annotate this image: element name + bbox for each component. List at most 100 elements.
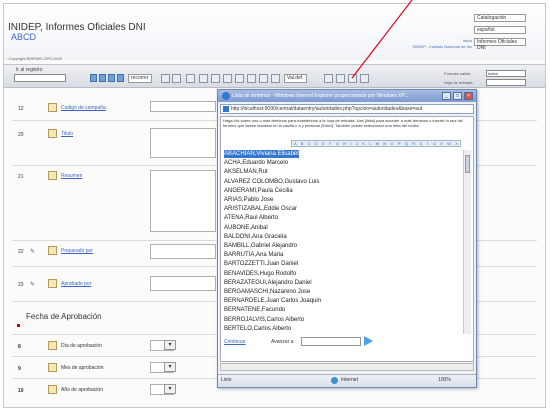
approved-by-input[interactable] xyxy=(150,276,216,291)
status-text: Listo xyxy=(221,377,232,383)
app-subtitle: ABCD xyxy=(11,32,37,42)
delete-icon[interactable] xyxy=(223,74,232,83)
field-icon[interactable] xyxy=(48,129,57,138)
maximize-icon[interactable]: □ xyxy=(453,92,462,100)
field-icon[interactable] xyxy=(48,171,57,180)
copy-icon[interactable] xyxy=(247,74,256,83)
go-arrow-icon[interactable] xyxy=(364,336,373,346)
edit-icon[interactable] xyxy=(211,74,220,83)
field-label-campaign-code[interactable]: Codigo de campaña xyxy=(61,105,106,111)
chevron-down-icon[interactable]: ▾ xyxy=(164,340,176,350)
next-record-icon[interactable] xyxy=(108,74,115,82)
continue-link[interactable]: Continuar xyxy=(224,339,246,345)
term-item[interactable]: BERROJALVIS,Carlos Alberto xyxy=(224,316,304,324)
field-tag-22: 22 xyxy=(18,249,24,255)
advance-input[interactable] xyxy=(301,337,361,346)
field-icon[interactable] xyxy=(48,103,57,112)
term-item[interactable]: BARRUTIA,Ana Maria xyxy=(224,251,283,259)
field-label-title[interactable]: Titulo xyxy=(61,131,73,137)
chevron-down-icon[interactable]: ▾ xyxy=(164,362,176,372)
field-tag-20: 20 xyxy=(18,132,24,138)
term-item[interactable]: BERNATENE,Facundo xyxy=(224,306,285,314)
term-item[interactable]: AKSELMAN,Rut xyxy=(224,168,268,176)
prepared-by-input[interactable] xyxy=(150,244,216,259)
term-item[interactable]: ALVAREZ COLOMBO,Gustavo Luis xyxy=(224,178,319,186)
term-item[interactable]: ACHA,Eduardo Marcelo xyxy=(224,159,288,167)
term-item[interactable]: BERGAMASCHI,Nazareno Jose xyxy=(224,288,310,296)
section-title-approval-date: Fecha de Aprobación xyxy=(26,312,102,321)
scrollbar-thumb[interactable] xyxy=(465,155,470,173)
term-item[interactable]: BERNARDELE,Juan Carlos Joaquin xyxy=(224,297,321,305)
field-tag-21: 21 xyxy=(18,174,24,180)
term-item[interactable]: BENAVIDES,Hugo Rodolfo xyxy=(224,270,296,278)
print-icon[interactable] xyxy=(186,74,195,83)
field-tag-12: 12 xyxy=(18,106,24,112)
term-item[interactable]: ABACHIAN,Viviana Elisabet xyxy=(224,150,299,158)
help-icon[interactable] xyxy=(360,74,369,83)
export-icon[interactable] xyxy=(336,74,345,83)
popup-content: Haga clic sobre uno o más términos para … xyxy=(220,116,474,362)
header-links: Inicio INIDEP - Instituto Nacional de In… xyxy=(394,38,472,50)
term-item[interactable]: BALDONI,Ana Graciela xyxy=(224,233,287,241)
previous-record-icon[interactable] xyxy=(99,74,106,82)
term-item[interactable]: BAMBILL,Gabriel Alejandro xyxy=(224,242,297,250)
pencil-icon[interactable]: ✎ xyxy=(30,248,35,255)
check-icon[interactable] xyxy=(235,74,244,83)
terms-list-popup[interactable]: Lista de términos - Windows Internet Exp… xyxy=(217,89,477,388)
copyright-text: - Copyright BIREME-OPS-OMS xyxy=(6,56,63,61)
output-format-select[interactable]: todos xyxy=(486,70,526,77)
minimize-icon[interactable]: _ xyxy=(442,92,451,100)
alphabet-index[interactable]: A B C D E F G H I J K L M N O P Q R S T … xyxy=(291,140,461,147)
info-icon[interactable] xyxy=(348,74,357,83)
horizontal-scrollbar[interactable] xyxy=(220,363,474,371)
goto-record-input[interactable] xyxy=(14,74,66,82)
term-item[interactable]: BERAZATEGUI,Alejandro Daniel xyxy=(224,279,312,287)
term-item[interactable]: AUBONE,Anibal xyxy=(224,224,268,232)
field-tag-9: 9 xyxy=(18,366,21,372)
language-select[interactable]: español xyxy=(474,26,526,34)
field-icon[interactable] xyxy=(48,363,57,372)
close-icon[interactable]: × xyxy=(464,92,473,100)
status-zoom[interactable]: 100% xyxy=(438,375,451,386)
recorrer-select[interactable]: recorrer xyxy=(128,74,152,83)
default-values-select[interactable]: Val.def. xyxy=(284,74,307,83)
term-item[interactable]: BERTELO,Carlos Alberto xyxy=(224,325,291,333)
capture-icon[interactable] xyxy=(259,74,268,83)
sort-icon[interactable] xyxy=(172,74,181,83)
chevron-down-icon[interactable]: ▾ xyxy=(164,384,176,394)
abstract-textarea[interactable] xyxy=(150,170,216,232)
popup-titlebar[interactable]: Lista de términos - Windows Internet Exp… xyxy=(218,90,476,102)
field-label-abstract[interactable]: Resumen xyxy=(61,173,82,179)
term-item[interactable]: ANGERAMI,Paula Cecilia xyxy=(224,187,293,195)
field-label-approval-day: Día de aprobación xyxy=(61,343,102,349)
address-bar[interactable]: http://localhost:9090/central/dataentry/… xyxy=(220,104,474,114)
popup-title: Lista de términos - Windows Internet Exp… xyxy=(232,93,409,99)
input-sheet-select[interactable] xyxy=(486,79,526,86)
field-label-prepared-by[interactable]: Preparado por xyxy=(61,248,93,254)
field-icon[interactable] xyxy=(48,341,57,350)
import-icon[interactable] xyxy=(324,74,333,83)
field-label-approved-by[interactable]: Aprobado por xyxy=(61,281,91,287)
first-record-icon[interactable] xyxy=(90,74,97,82)
search-icon[interactable] xyxy=(161,74,170,83)
term-item[interactable]: BARTOZZETTI,Juan Daniel xyxy=(224,260,298,268)
field-icon[interactable] xyxy=(48,246,57,255)
app-frame: INIDEP, Informes Oficiales DNI ABCD - Co… xyxy=(3,3,546,408)
last-record-icon[interactable] xyxy=(117,74,124,82)
terms-list[interactable]: ABACHIAN,Viviana Elisabet ACHA,Eduardo Ma… xyxy=(224,150,454,334)
institution-link[interactable]: INIDEP - Instituto Nacional de Inv xyxy=(394,44,472,50)
terms-scrollbar[interactable] xyxy=(463,150,471,334)
database-select[interactable]: Informes Oficiales DNI xyxy=(474,38,526,51)
term-item[interactable]: ARISTIZABAL,Eddie Oscar xyxy=(224,205,297,213)
title-textarea[interactable] xyxy=(150,128,216,158)
campaign-code-input[interactable] xyxy=(150,101,216,112)
field-icon[interactable] xyxy=(48,385,57,394)
term-item[interactable]: ARIAS,Pablo Jose xyxy=(224,196,273,204)
catalog-select[interactable]: Catalogación xyxy=(474,14,526,22)
term-item[interactable]: ATENA,Raul Alberto xyxy=(224,214,278,222)
status-zone: Internet xyxy=(341,377,358,383)
refresh-icon[interactable] xyxy=(271,74,280,83)
new-record-icon[interactable] xyxy=(199,74,208,83)
field-icon[interactable] xyxy=(48,279,57,288)
pencil-icon[interactable]: ✎ xyxy=(30,281,35,288)
